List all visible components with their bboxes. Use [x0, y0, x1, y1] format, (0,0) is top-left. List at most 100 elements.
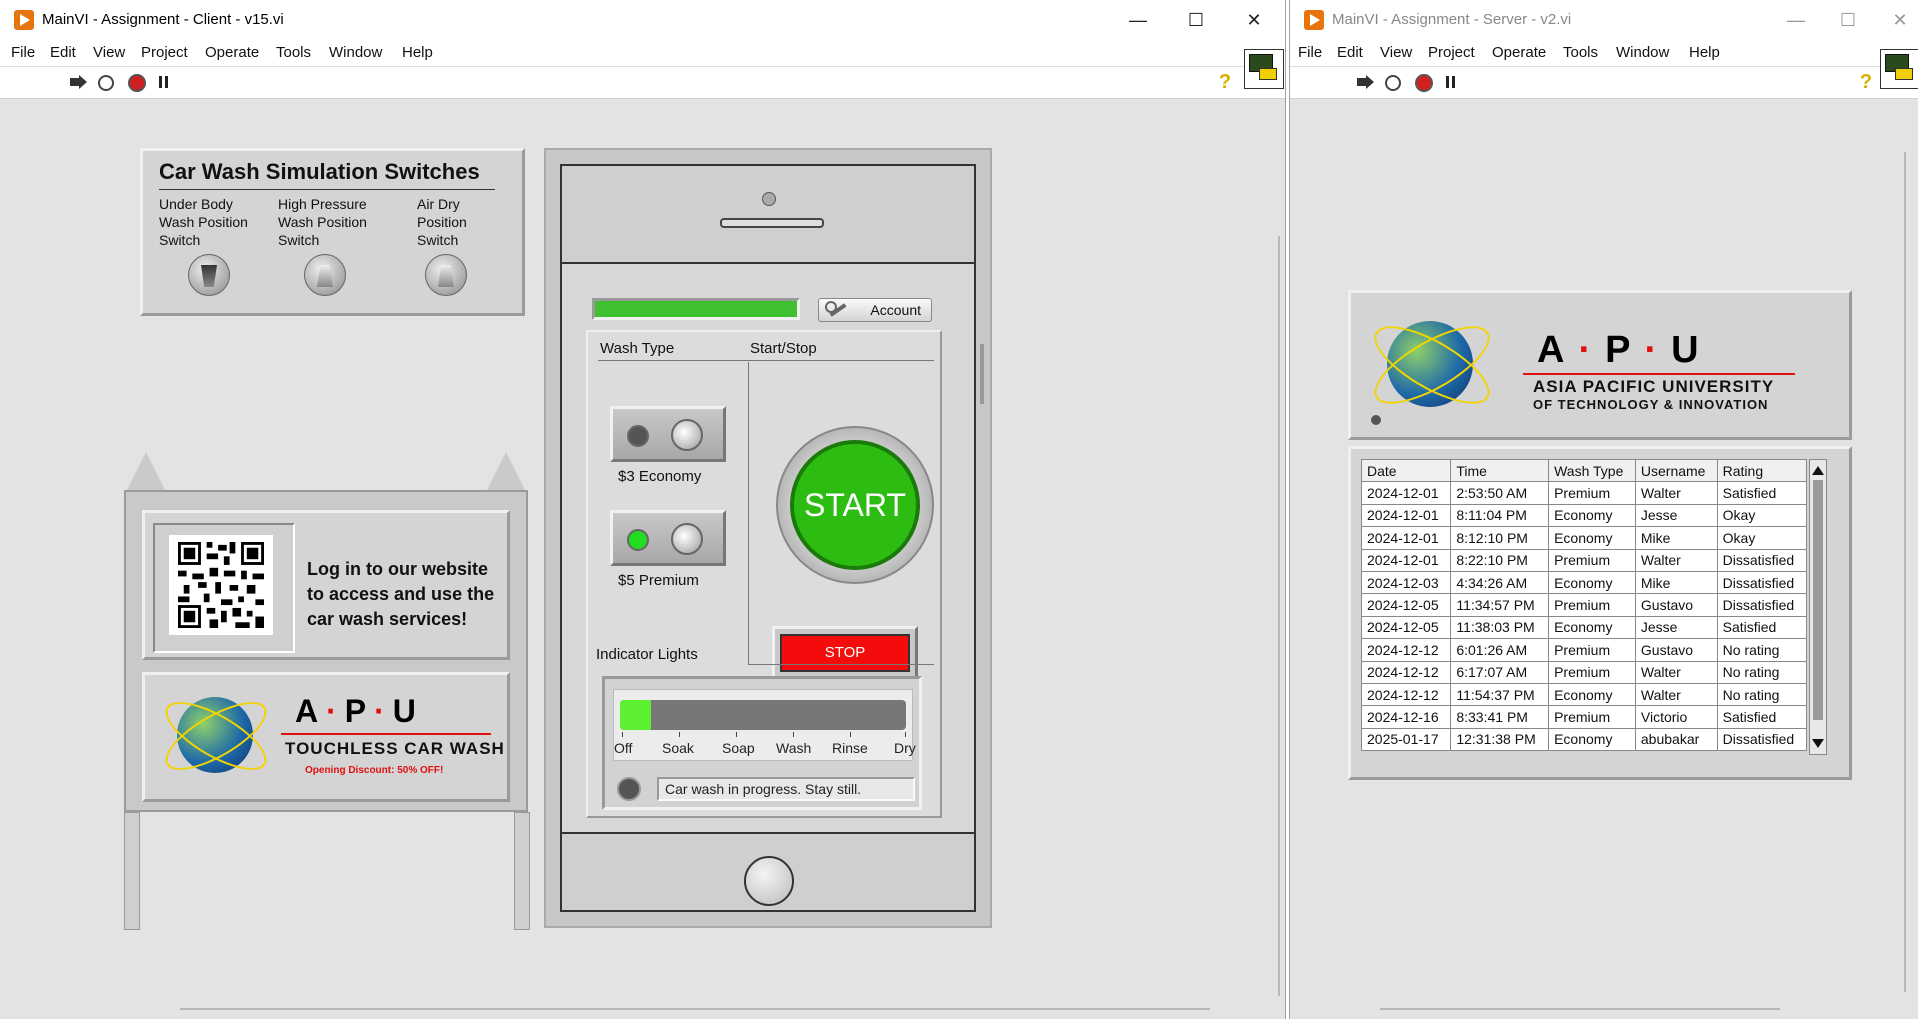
table-cell[interactable]: Jesse [1634, 615, 1718, 640]
table-cell[interactable]: Mike [1634, 526, 1718, 550]
client-horizontal-scrollbar[interactable] [180, 1008, 1210, 1010]
table-cell[interactable]: Economy [1548, 682, 1636, 707]
table-cell[interactable]: Gustavo [1634, 593, 1718, 617]
table-cell[interactable]: 11:54:37 PM [1450, 682, 1550, 707]
table-cell[interactable]: 6:17:07 AM [1450, 660, 1550, 684]
table-cell[interactable]: 2024-12-12 [1360, 660, 1452, 684]
table-cell[interactable]: Okay [1716, 503, 1808, 528]
table-cell[interactable]: 2025-01-17 [1360, 727, 1452, 752]
high-pressure-toggle-switch[interactable] [304, 254, 346, 296]
table-cell[interactable]: Premium [1548, 705, 1636, 729]
table-cell[interactable]: Economy [1548, 570, 1636, 595]
table-row[interactable]: 2024-12-01 8:11:04 PM Economy Jesse Okay [1360, 503, 1808, 528]
start-button[interactable]: START [776, 426, 934, 584]
table-cell[interactable]: 2024-12-03 [1360, 570, 1452, 595]
table-cell[interactable]: Dissatisfied [1716, 570, 1808, 595]
menu-help[interactable]: Help [1689, 44, 1720, 61]
table-cell[interactable]: 2024-12-12 [1360, 638, 1452, 662]
scroll-down-arrow-icon[interactable] [1812, 739, 1824, 748]
table-cell[interactable]: Premium [1548, 548, 1636, 572]
table-cell[interactable]: Satisfied [1716, 615, 1808, 640]
context-help-icon[interactable]: ? [1216, 72, 1234, 92]
table-cell[interactable]: 2024-12-01 [1360, 503, 1452, 528]
table-cell[interactable]: 2:53:50 AM [1450, 481, 1550, 505]
table-row[interactable]: 2025-01-17 12:31:38 PM Economy abubakar Diss… [1360, 727, 1808, 752]
table-cell[interactable]: 8:12:10 PM [1450, 526, 1550, 550]
run-icon[interactable] [1355, 73, 1374, 91]
table-row[interactable]: 2024-12-12 6:01:26 AM Premium Gustavo No rat… [1360, 638, 1808, 662]
table-cell[interactable]: 12:31:38 PM [1450, 727, 1550, 752]
table-row[interactable]: 2024-12-01 8:12:10 PM Economy Mike Okay [1360, 526, 1808, 550]
menu-tools[interactable]: Tools [1563, 44, 1598, 61]
column-header-date[interactable]: Date [1360, 458, 1452, 483]
table-cell[interactable]: No rating [1716, 638, 1808, 662]
stop-button[interactable]: STOP [772, 626, 918, 680]
table-cell[interactable]: 6:01:26 AM [1450, 638, 1550, 662]
table-cell[interactable]: Mike [1634, 570, 1718, 595]
table-cell[interactable]: Economy [1548, 615, 1636, 640]
pause-icon[interactable] [1442, 73, 1460, 91]
table-cell[interactable]: Dissatisfied [1716, 593, 1808, 617]
table-row[interactable]: 2024-12-12 11:54:37 PM Economy Walter No rat… [1360, 682, 1808, 707]
table-cell[interactable]: 4:34:26 AM [1450, 570, 1550, 595]
table-cell[interactable]: 2024-12-01 [1360, 526, 1452, 550]
table-cell[interactable]: 8:33:41 PM [1450, 705, 1550, 729]
close-button[interactable]: ✕ [1880, 6, 1918, 34]
table-row[interactable]: 2024-12-05 11:38:03 PM Economy Jesse Satisfi… [1360, 615, 1808, 640]
table-row[interactable]: 2024-12-16 8:33:41 PM Premium Victorio Satis… [1360, 705, 1808, 729]
column-header-rating[interactable]: Rating [1716, 458, 1808, 483]
column-header-wash-type[interactable]: Wash Type [1548, 458, 1636, 483]
minimize-button[interactable]: — [1118, 6, 1158, 34]
run-continuously-icon[interactable] [98, 75, 114, 91]
table-row[interactable]: 2024-12-12 6:17:07 AM Premium Walter No rati… [1360, 660, 1808, 684]
table-cell[interactable]: 2024-12-01 [1360, 481, 1452, 505]
abort-icon[interactable] [1415, 74, 1433, 92]
menu-view[interactable]: View [93, 44, 125, 61]
table-cell[interactable]: 8:22:10 PM [1450, 548, 1550, 572]
maximize-button[interactable]: ☐ [1176, 6, 1216, 34]
air-dry-toggle-switch[interactable] [425, 254, 467, 296]
account-button[interactable]: Account [818, 298, 932, 322]
table-cell[interactable]: Economy [1548, 727, 1636, 752]
table-cell[interactable]: Premium [1548, 481, 1636, 505]
menu-file[interactable]: File [11, 44, 35, 61]
menu-window[interactable]: Window [1616, 44, 1669, 61]
client-vertical-scrollbar[interactable] [1278, 236, 1280, 996]
table-cell[interactable]: Victorio [1634, 705, 1718, 729]
menu-edit[interactable]: Edit [50, 44, 76, 61]
menu-edit[interactable]: Edit [1337, 44, 1363, 61]
table-cell[interactable]: Walter [1634, 682, 1718, 707]
menu-file[interactable]: File [1298, 44, 1322, 61]
menu-tools[interactable]: Tools [276, 44, 311, 61]
run-icon[interactable] [68, 73, 87, 91]
table-cell[interactable]: Satisfied [1716, 481, 1808, 505]
server-horizontal-scrollbar[interactable] [1380, 1008, 1780, 1010]
abort-icon[interactable] [128, 74, 146, 92]
menu-operate[interactable]: Operate [205, 44, 259, 61]
table-cell[interactable]: 2024-12-16 [1360, 705, 1452, 729]
table-cell[interactable]: abubakar [1634, 727, 1718, 752]
table-cell[interactable]: Walter [1634, 481, 1718, 505]
table-cell[interactable]: 11:34:57 PM [1450, 593, 1550, 617]
table-cell[interactable]: 2024-12-05 [1360, 593, 1452, 617]
run-continuously-icon[interactable] [1385, 75, 1401, 91]
close-button[interactable]: ✕ [1234, 6, 1274, 34]
table-cell[interactable]: Dissatisfied [1716, 548, 1808, 572]
table-cell[interactable]: Okay [1716, 526, 1808, 550]
table-cell[interactable]: Economy [1548, 526, 1636, 550]
table-cell[interactable]: Premium [1548, 638, 1636, 662]
column-header-time[interactable]: Time [1450, 458, 1550, 483]
table-cell[interactable]: 8:11:04 PM [1450, 503, 1550, 528]
table-cell[interactable]: Walter [1634, 548, 1718, 572]
table-row[interactable]: 2024-12-03 4:34:26 AM Economy Mike Dissatisf… [1360, 570, 1808, 595]
pause-icon[interactable] [155, 73, 173, 91]
table-cell[interactable]: No rating [1716, 660, 1808, 684]
menu-operate[interactable]: Operate [1492, 44, 1546, 61]
table-cell[interactable]: 11:38:03 PM [1450, 615, 1550, 640]
table-vertical-scrollbar[interactable] [1809, 459, 1827, 755]
table-cell[interactable]: Premium [1548, 660, 1636, 684]
scroll-up-arrow-icon[interactable] [1812, 466, 1824, 475]
scroll-thumb[interactable] [1813, 480, 1823, 720]
menu-help[interactable]: Help [402, 44, 433, 61]
table-row[interactable]: 2024-12-05 11:34:57 PM Premium Gustavo Dissa… [1360, 593, 1808, 617]
